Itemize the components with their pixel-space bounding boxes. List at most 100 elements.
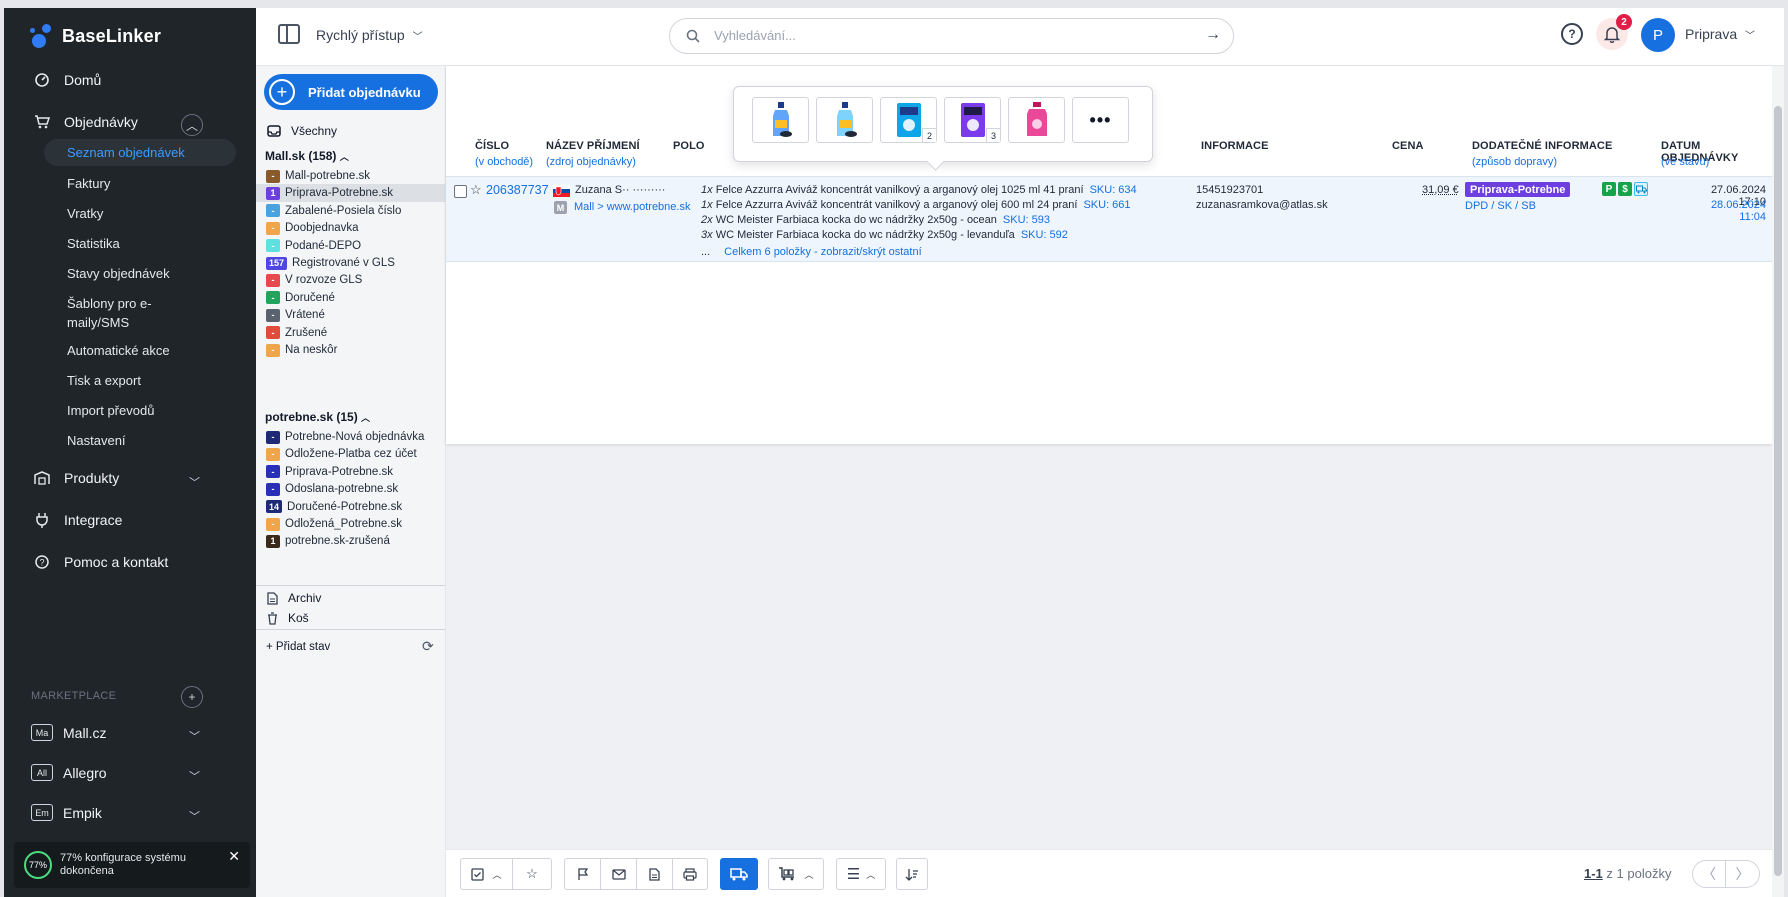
close-icon[interactable]: ✕ [228, 848, 240, 865]
sidebar-toggle-icon[interactable] [278, 24, 300, 44]
flag-button[interactable] [565, 859, 601, 889]
status-item[interactable]: - Zrušené [256, 324, 445, 342]
status-item[interactable]: - Vrátené [256, 306, 445, 324]
more-thumbnails-button[interactable]: ••• [1072, 97, 1129, 143]
status-item[interactable]: 1 potrebne.sk-zrušená [256, 532, 445, 550]
order-number-link[interactable]: 206387737 [486, 183, 549, 197]
nav-statistics[interactable]: Statistika [67, 234, 187, 253]
column-price[interactable]: CENA [1392, 140, 1424, 152]
select-all-button[interactable]: ︿ [461, 859, 513, 889]
email-button[interactable] [601, 859, 637, 889]
product-thumbnail[interactable] [816, 97, 873, 143]
nav-help[interactable]: ? Pomoc a kontakt [34, 554, 168, 570]
column-number[interactable]: ČÍSLO [475, 140, 509, 152]
nav-orders[interactable]: Objednávky [34, 114, 138, 130]
vertical-scrollbar[interactable] [1772, 66, 1784, 897]
status-item[interactable]: - Zabalené-Posiela číslo [256, 202, 445, 220]
star-icon[interactable]: ☆ [470, 182, 482, 198]
add-marketplace-button[interactable]: + [181, 686, 203, 708]
nav-automatic-actions[interactable]: Automatické akce [67, 341, 187, 360]
status-all[interactable]: Všechny [267, 124, 337, 138]
status-item[interactable]: - Mall-potrebne.sk [256, 167, 445, 185]
item-sku[interactable]: SKU: 593 [1003, 214, 1050, 226]
product-thumbnail[interactable] [752, 97, 809, 143]
favorite-button[interactable]: ☆ [513, 859, 551, 889]
chevron-down-icon[interactable]: ﹀ [189, 768, 200, 784]
status-item[interactable]: - Potrebne-Nová objednávka [256, 428, 445, 446]
column-extra-info[interactable]: DODATEČNÉ INFORMACE [1472, 140, 1612, 152]
nav-settings[interactable]: Nastavení [67, 431, 187, 450]
column-extra-info-sub[interactable]: (způsob dopravy) [1472, 156, 1557, 168]
product-thumbnail[interactable]: 3 [944, 97, 1001, 143]
nav-returns[interactable]: Vratky [67, 204, 187, 223]
buyer-email[interactable]: zuzanasramkova@atlas.sk [1196, 199, 1328, 211]
show-more-items-link[interactable]: ... Celkem 6 položky - zobrazit/skrýt ost… [701, 246, 922, 258]
nav-invoices[interactable]: Faktury [67, 174, 187, 193]
trash-link[interactable]: Koš [267, 611, 309, 625]
logo[interactable]: BaseLinker [30, 22, 161, 50]
previous-page-button[interactable]: 〈 [1692, 860, 1726, 888]
print-button[interactable] [673, 859, 707, 889]
chevron-down-icon[interactable]: ﹀ [189, 474, 200, 490]
pagination-range[interactable]: 1-1 [1584, 866, 1603, 881]
status-item[interactable]: - Podané-DEPO [256, 237, 445, 255]
marketplace-mall[interactable]: Ma Mall.cz [31, 724, 107, 741]
next-page-button[interactable]: 〉 [1726, 860, 1760, 888]
status-item[interactable]: - Odložene-Platba cez účet [256, 445, 445, 463]
nav-products[interactable]: Produkty [34, 470, 119, 486]
status-item[interactable]: 14 Doručené-Potrebne.sk [256, 498, 445, 516]
item-sku[interactable]: SKU: 592 [1021, 229, 1068, 241]
add-state-button[interactable]: + Přidat stav [266, 641, 330, 653]
status-item[interactable]: - Na neskôr [256, 341, 445, 359]
status-group-potrebne[interactable]: potrebne.sk (15) ︿ [265, 410, 370, 424]
column-items[interactable]: POLO [673, 140, 705, 152]
order-source-link[interactable]: Mall > www.potrebne.sk [574, 201, 690, 213]
buyer-name[interactable]: Zuzana S·· ········· [575, 184, 665, 196]
nav-home[interactable]: Domů [34, 72, 101, 88]
column-name-sub[interactable]: (zdroj objednávky) [546, 156, 636, 168]
status-item[interactable]: - Odložená_Potrebne.sk [256, 515, 445, 533]
item-sku[interactable]: SKU: 661 [1083, 199, 1130, 211]
invoice-button[interactable] [637, 859, 673, 889]
product-thumbnail[interactable] [1008, 97, 1065, 143]
shipping-button[interactable] [720, 858, 758, 890]
status-item[interactable]: - Doobjednavka [256, 219, 445, 237]
archive-link[interactable]: Archiv [267, 591, 321, 605]
arrow-right-icon[interactable]: → [1205, 26, 1221, 44]
column-date-sub[interactable]: (ve stavu) [1661, 156, 1709, 168]
search-input[interactable] [714, 28, 1194, 43]
refresh-icon[interactable]: ⟳ [422, 638, 434, 655]
search-bar[interactable]: → [669, 18, 1234, 54]
column-number-sub[interactable]: (v obchodě) [475, 156, 533, 168]
chevron-down-icon[interactable]: ﹀ [189, 808, 200, 824]
column-info[interactable]: INFORMACE [1201, 140, 1269, 152]
status-item[interactable]: 1 Priprava-Potrebne.sk [256, 184, 445, 203]
item-sku[interactable]: SKU: 634 [1090, 184, 1137, 196]
avatar[interactable]: P [1641, 18, 1675, 52]
nav-order-states[interactable]: Stavy objednávek [67, 264, 187, 283]
status-item[interactable]: - Odoslana-potrebne.sk [256, 480, 445, 498]
user-menu[interactable]: Priprava ﹀ [1685, 26, 1755, 42]
status-badge[interactable]: Priprava-Potrebne [1465, 182, 1571, 197]
status-group-mall[interactable]: Mall.sk (158) ︿ [265, 149, 349, 163]
marketplace-empik[interactable]: Em Empik [31, 804, 102, 821]
add-order-button[interactable]: + Přidat objednávku [264, 74, 438, 110]
product-thumbnail[interactable]: 2 [880, 97, 937, 143]
nav-integrations[interactable]: Integrace [34, 512, 122, 528]
more-actions-button[interactable]: ☰ ︿ [836, 858, 886, 890]
status-item[interactable]: -V rozvoze GLS [256, 271, 445, 289]
sort-button[interactable] [896, 858, 928, 890]
warehouse-actions-button[interactable]: ︿ [768, 858, 824, 890]
status-item[interactable]: 157 Registrované v GLS [256, 254, 445, 272]
nav-import-transfers[interactable]: Import převodů [67, 401, 187, 420]
status-item[interactable]: - Priprava-Potrebne.sk [256, 463, 445, 481]
chevron-down-icon[interactable]: ﹀ [189, 728, 200, 744]
column-name[interactable]: NÁZEV PŘÍJMENÍ [546, 140, 640, 152]
collapse-orders-button[interactable]: ︿ [181, 114, 203, 136]
quick-access-menu[interactable]: Rychlý přístup ﹀ [316, 27, 423, 43]
nav-templates[interactable]: Šablony pro e-maily/SMS [67, 294, 187, 332]
configuration-progress[interactable]: 77% 77% konfigurace systému dokončena ✕ [14, 842, 250, 888]
nav-print-export[interactable]: Tisk a export [67, 371, 187, 390]
help-icon[interactable]: ? [1561, 23, 1583, 45]
marketplace-allegro[interactable]: All Allegro [31, 764, 107, 781]
